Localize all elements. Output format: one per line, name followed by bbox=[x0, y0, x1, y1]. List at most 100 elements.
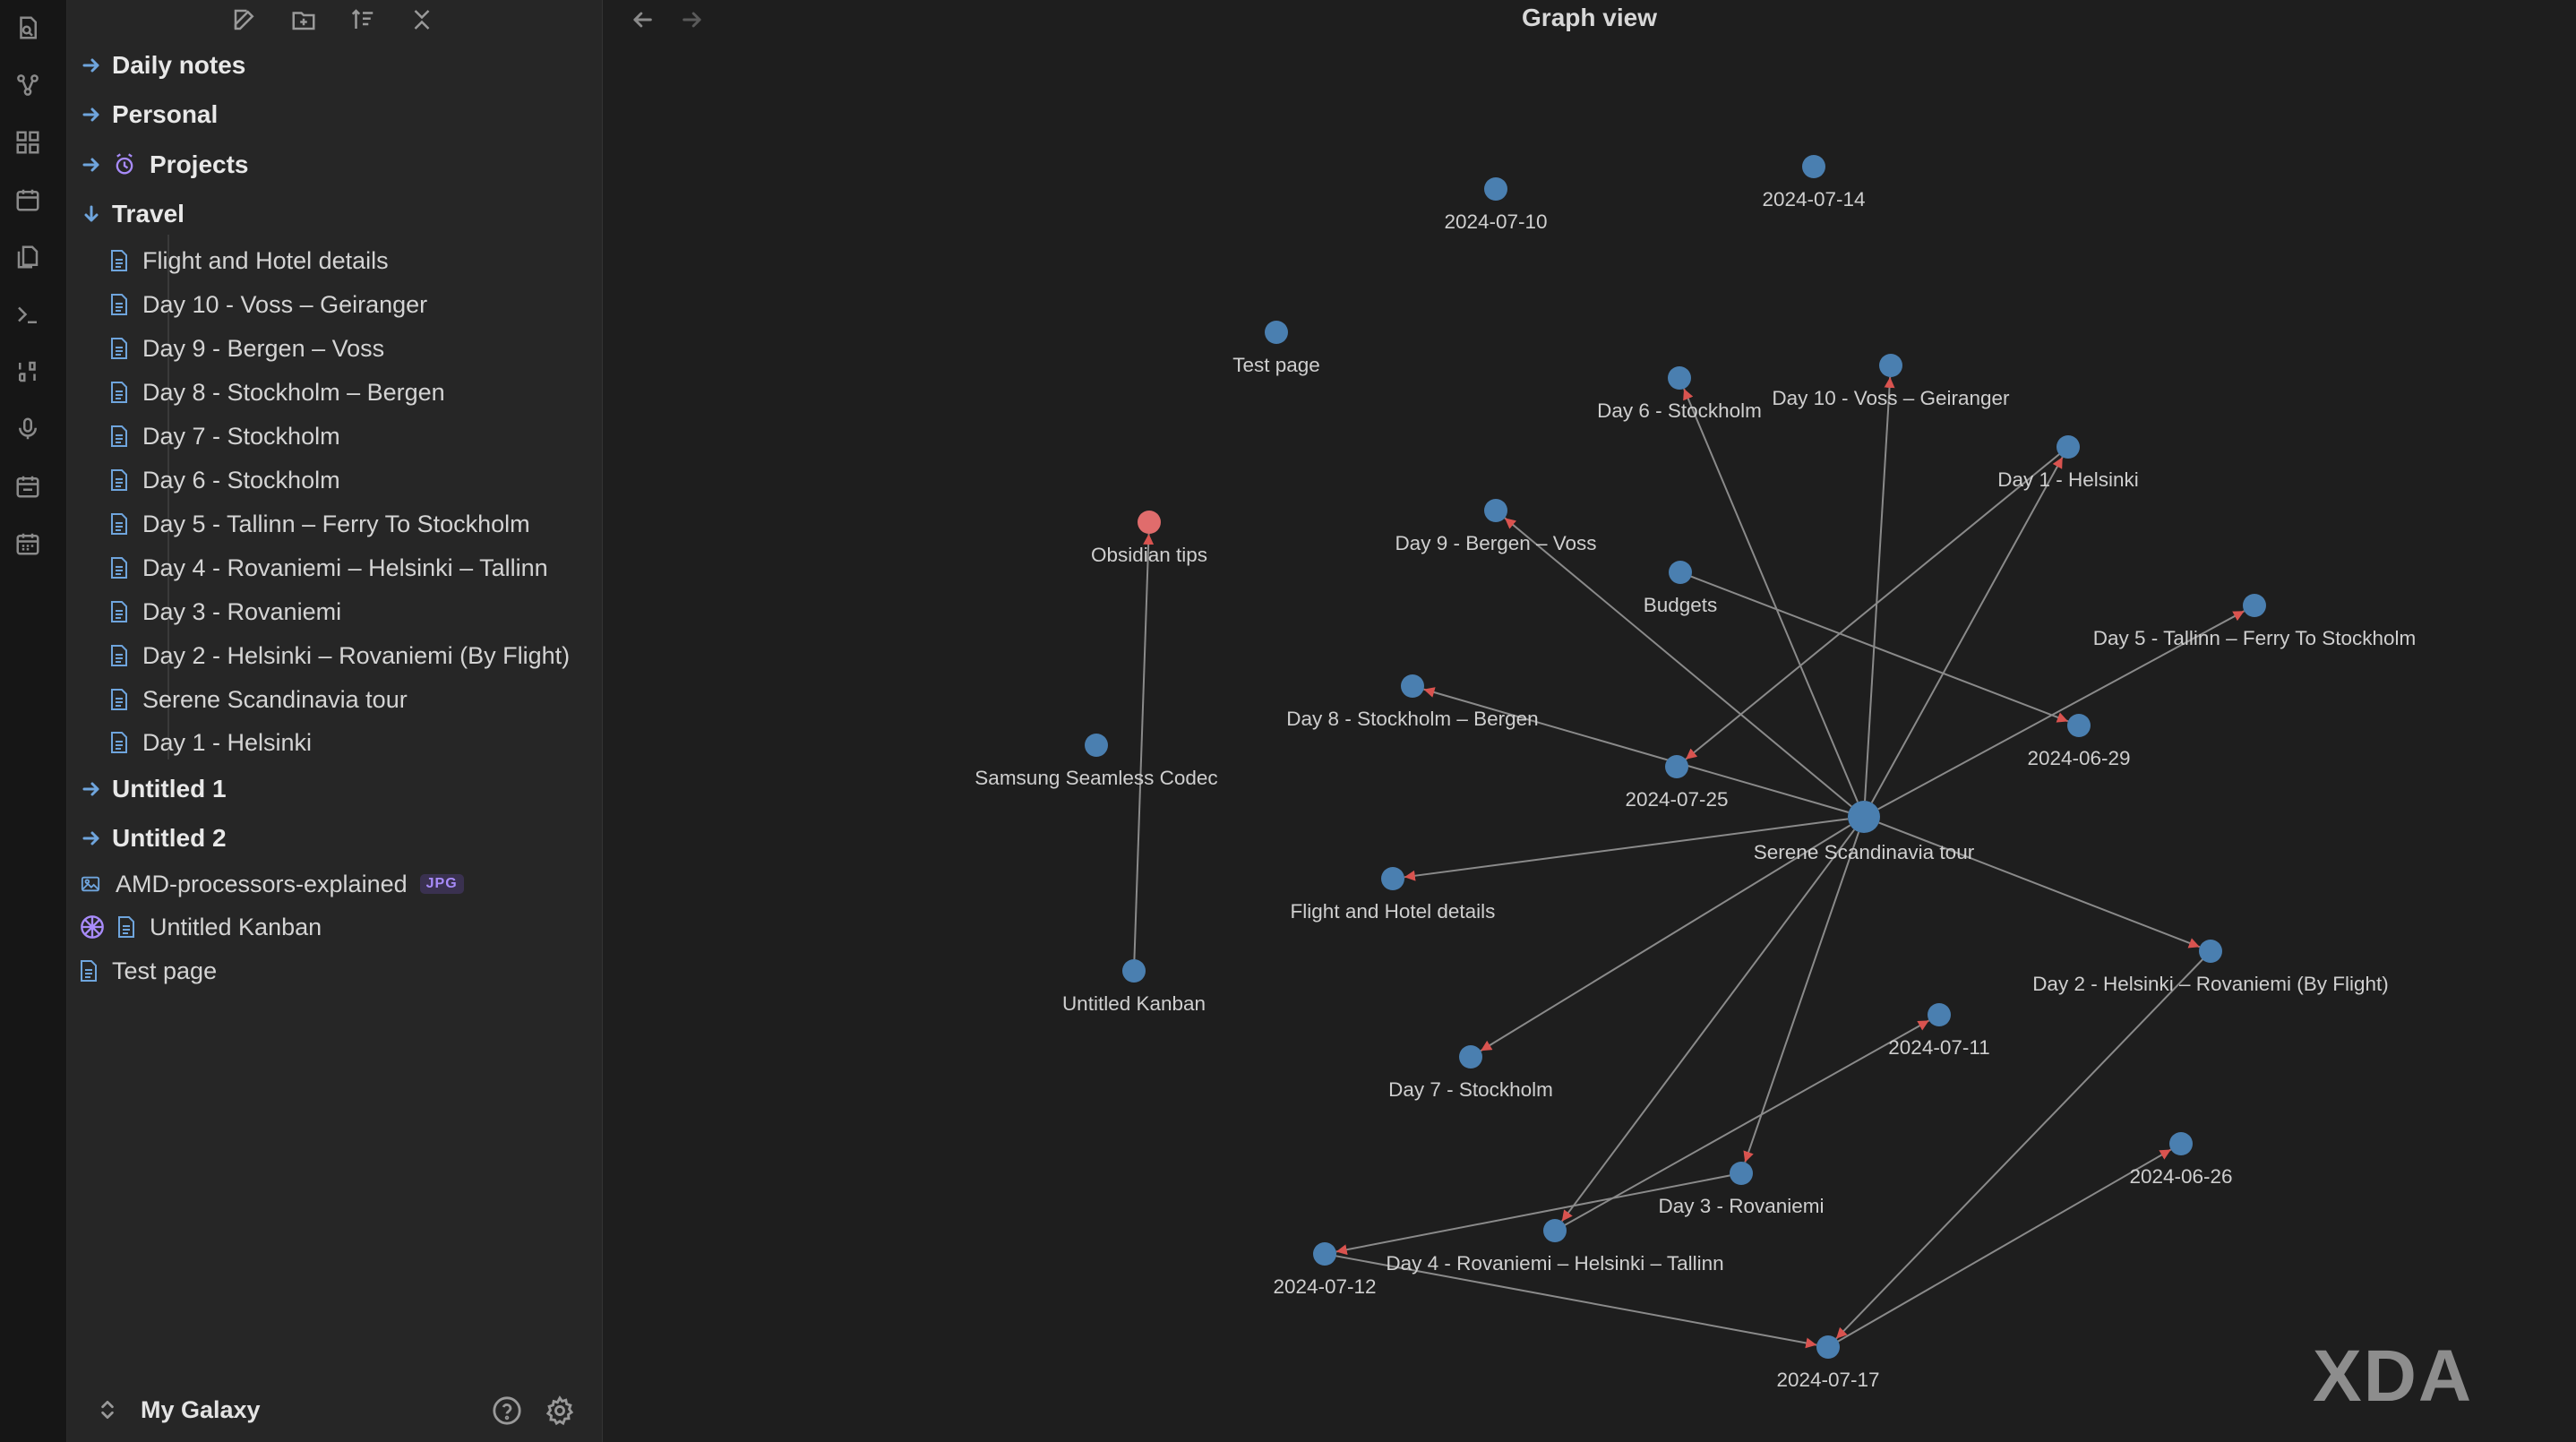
graph-node[interactable]: 2024-07-12 bbox=[1273, 1242, 1377, 1298]
open-quick-switcher-icon[interactable] bbox=[13, 13, 43, 43]
graph-node[interactable]: Day 8 - Stockholm – Bergen bbox=[1286, 674, 1539, 730]
terminal-icon[interactable] bbox=[13, 299, 43, 330]
file-item[interactable]: Day 1 - Helsinki bbox=[110, 722, 312, 763]
graph-node[interactable]: Day 9 - Bergen – Voss bbox=[1395, 499, 1597, 554]
vault-chevrons-icon bbox=[96, 1398, 119, 1421]
folder-untitled-2[interactable]: Untitled 2 bbox=[80, 818, 227, 859]
folder-untitled-1[interactable]: Untitled 1 bbox=[80, 768, 227, 810]
graph-node-dot[interactable] bbox=[1543, 1219, 1567, 1242]
graph-node[interactable]: Day 4 - Rovaniemi – Helsinki – Tallinn bbox=[1386, 1219, 1724, 1275]
file-item[interactable]: Day 10 - Voss – Geiranger bbox=[110, 284, 427, 325]
file-label: Untitled Kanban bbox=[150, 913, 322, 940]
chevron-right-icon bbox=[80, 54, 103, 77]
file-label: Test page bbox=[112, 957, 218, 984]
graph-node-dot[interactable] bbox=[1401, 674, 1424, 698]
folder-daily-notes[interactable]: Daily notes bbox=[80, 45, 245, 86]
file-item[interactable]: Day 7 - Stockholm bbox=[110, 416, 340, 457]
graph-node-dot[interactable] bbox=[2243, 594, 2266, 617]
new-note-icon[interactable] bbox=[228, 4, 261, 36]
file-item-kanban[interactable]: Untitled Kanban bbox=[80, 906, 322, 948]
vault-switcher[interactable]: My Galaxy bbox=[67, 1385, 602, 1435]
folder-label: Untitled 2 bbox=[112, 824, 227, 852]
graph-node-dot[interactable] bbox=[1668, 366, 1691, 390]
graph-node[interactable]: Day 2 - Helsinki – Rovaniemi (By Flight) bbox=[2032, 940, 2389, 995]
graph-node[interactable]: 2024-06-26 bbox=[2129, 1132, 2233, 1188]
sort-icon[interactable] bbox=[347, 4, 379, 36]
canvas-icon[interactable] bbox=[13, 127, 43, 158]
graph-node-dot[interactable] bbox=[1484, 499, 1507, 522]
graph-icon[interactable] bbox=[13, 70, 43, 100]
graph-node-dot[interactable] bbox=[1122, 959, 1146, 983]
file-item-test-page[interactable]: Test page bbox=[80, 950, 217, 991]
microphone-icon[interactable] bbox=[13, 414, 43, 444]
file-item[interactable]: Day 6 - Stockholm bbox=[110, 459, 340, 501]
file-item[interactable]: Day 3 - Rovaniemi bbox=[110, 591, 341, 632]
graph-node-label: Day 5 - Tallinn – Ferry To Stockholm bbox=[2093, 627, 2417, 649]
graph-node-dot[interactable] bbox=[1928, 1003, 1951, 1026]
help-icon[interactable] bbox=[492, 1395, 522, 1426]
file-item[interactable]: Day 2 - Helsinki – Rovaniemi (By Flight) bbox=[110, 635, 570, 676]
graph-node[interactable]: 2024-07-10 bbox=[1444, 177, 1548, 233]
calendar-icon[interactable] bbox=[13, 185, 43, 215]
graph-node[interactable]: Day 7 - Stockholm bbox=[1388, 1045, 1553, 1101]
folder-travel[interactable]: Travel bbox=[80, 193, 185, 235]
graph-node-label: Day 7 - Stockholm bbox=[1388, 1078, 1553, 1101]
graph-node-dot[interactable] bbox=[1879, 354, 1902, 377]
graph-node[interactable]: 2024-07-11 bbox=[1888, 1003, 1990, 1059]
folder-personal[interactable]: Personal bbox=[80, 94, 218, 135]
collapse-all-icon[interactable] bbox=[406, 4, 438, 36]
graph-node[interactable]: 2024-07-17 bbox=[1776, 1335, 1880, 1391]
file-item[interactable]: Serene Scandinavia tour bbox=[110, 679, 408, 720]
graph-node-dot[interactable] bbox=[2169, 1132, 2193, 1155]
graph-node-dot[interactable] bbox=[1484, 177, 1507, 201]
new-folder-icon[interactable] bbox=[288, 4, 320, 36]
file-item[interactable]: Day 9 - Bergen – Voss bbox=[110, 328, 384, 369]
graph-node[interactable]: 2024-07-14 bbox=[1762, 155, 1866, 210]
graph-node-dot[interactable] bbox=[1085, 734, 1108, 757]
file-item[interactable]: Flight and Hotel details bbox=[110, 240, 389, 281]
settings-gear-icon[interactable] bbox=[545, 1395, 575, 1426]
folder-label: Untitled 1 bbox=[112, 775, 227, 803]
graph-node-dot[interactable] bbox=[1265, 321, 1288, 344]
graph-node[interactable]: 2024-06-29 bbox=[2027, 714, 2131, 769]
graph-node-dot[interactable] bbox=[1138, 511, 1161, 534]
calendar-grid-icon[interactable] bbox=[13, 528, 43, 559]
graph-node-dot[interactable] bbox=[2067, 714, 2091, 737]
file-icon bbox=[110, 731, 130, 754]
graph-node[interactable]: Day 3 - Rovaniemi bbox=[1658, 1162, 1825, 1217]
graph-node[interactable]: Day 5 - Tallinn – Ferry To Stockholm bbox=[2093, 594, 2417, 649]
files-icon[interactable] bbox=[13, 242, 43, 272]
graph-node[interactable]: Day 1 - Helsinki bbox=[1997, 435, 2139, 491]
file-item-amd[interactable]: AMD-processors-explained JPG bbox=[80, 863, 464, 905]
graph-node-dot[interactable] bbox=[1816, 1335, 1840, 1359]
file-icon bbox=[110, 688, 130, 711]
graph-node-dot[interactable] bbox=[1665, 755, 1688, 778]
graph-node[interactable]: Flight and Hotel details bbox=[1291, 867, 1496, 923]
graph-node[interactable]: Test page bbox=[1232, 321, 1320, 376]
file-item[interactable]: Day 5 - Tallinn – Ferry To Stockholm bbox=[110, 503, 530, 545]
graph-node[interactable]: Budgets bbox=[1644, 561, 1718, 616]
graph-node-dot[interactable] bbox=[1802, 155, 1825, 178]
graph-node[interactable]: Samsung Seamless Codec bbox=[975, 734, 1218, 789]
graph-node[interactable]: Day 10 - Voss – Geiranger bbox=[1772, 354, 2010, 409]
folder-label: Personal bbox=[112, 100, 219, 128]
graph-node-dot[interactable] bbox=[1313, 1242, 1336, 1266]
file-item[interactable]: Day 4 - Rovaniemi – Helsinki – Tallinn bbox=[110, 547, 548, 588]
file-item[interactable]: Day 8 - Stockholm – Bergen bbox=[110, 372, 445, 413]
folder-projects[interactable]: Projects bbox=[80, 144, 249, 185]
file-icon bbox=[110, 425, 130, 448]
graph-node[interactable]: Untitled Kanban bbox=[1062, 959, 1206, 1015]
graph-node-dot[interactable] bbox=[1848, 801, 1880, 833]
daily-note-icon[interactable] bbox=[13, 471, 43, 502]
command-icon[interactable] bbox=[13, 356, 43, 387]
graph-node[interactable]: Serene Scandinavia tour bbox=[1754, 801, 1975, 863]
graph-node[interactable]: 2024-07-25 bbox=[1625, 755, 1729, 811]
graph-node-dot[interactable] bbox=[1459, 1045, 1482, 1069]
graph-node-dot[interactable] bbox=[2199, 940, 2222, 963]
graph-canvas[interactable]: 2024-07-10 2024-07-14 Test page Day 6 - Sto… bbox=[603, 0, 2576, 1442]
graph-node[interactable]: Day 6 - Stockholm bbox=[1597, 366, 1762, 422]
graph-node-dot[interactable] bbox=[1730, 1162, 1753, 1185]
graph-node-dot[interactable] bbox=[1381, 867, 1404, 890]
graph-node-dot[interactable] bbox=[2057, 435, 2080, 459]
graph-node-dot[interactable] bbox=[1669, 561, 1692, 584]
